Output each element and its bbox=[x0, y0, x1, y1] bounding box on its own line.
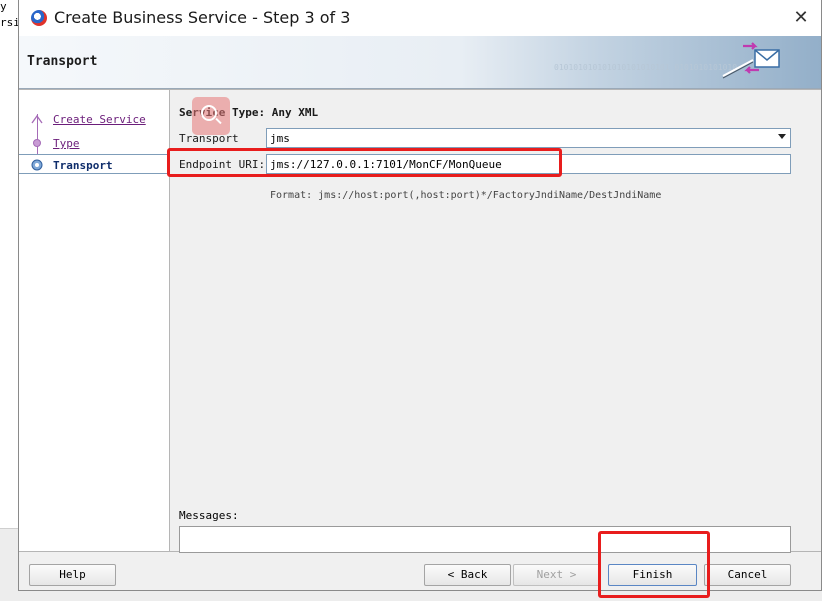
step-completed-icon bbox=[33, 139, 41, 147]
step-label: Transport bbox=[53, 159, 113, 172]
step-transport[interactable]: Transport bbox=[19, 154, 169, 174]
messages-area[interactable] bbox=[179, 526, 791, 553]
finish-button[interactable]: Finish bbox=[608, 564, 697, 586]
wizard-steps-panel: Create Service Type Transport bbox=[19, 89, 170, 552]
background-fragment-2: rsi bbox=[0, 16, 20, 29]
back-button[interactable]: < Back bbox=[424, 564, 511, 586]
cancel-button[interactable]: Cancel bbox=[704, 564, 791, 586]
chevron-down-icon[interactable] bbox=[778, 134, 786, 139]
transport-select-value: jms bbox=[270, 132, 290, 145]
step-current-icon bbox=[31, 159, 43, 171]
transport-select[interactable]: jms bbox=[266, 128, 791, 148]
step-label: Type bbox=[53, 137, 80, 150]
step-label: Create Service bbox=[53, 113, 146, 126]
create-business-service-dialog: Create Business Service - Step 3 of 3 ✕ … bbox=[18, 0, 822, 591]
dialog-title: Create Business Service - Step 3 of 3 bbox=[54, 8, 351, 27]
magnifier-handle bbox=[215, 117, 222, 125]
wizard-banner: Transport 010101010101010101010101 01010… bbox=[19, 36, 821, 89]
messages-label: Messages: bbox=[179, 509, 239, 522]
envelope-arrows-icon bbox=[722, 42, 780, 79]
dialog-titlebar[interactable]: Create Business Service - Step 3 of 3 ✕ bbox=[19, 0, 821, 36]
close-button[interactable]: ✕ bbox=[787, 4, 815, 32]
next-button[interactable]: Next > bbox=[513, 564, 600, 586]
step-type[interactable]: Type bbox=[19, 133, 169, 153]
format-hint: Format: jms://host:port(,host:port)*/Fac… bbox=[270, 190, 662, 201]
step-create-service[interactable]: Create Service bbox=[19, 109, 169, 129]
app-logo-icon bbox=[31, 10, 47, 26]
step-completed-icon bbox=[31, 114, 43, 124]
screenshot-search-icon[interactable] bbox=[192, 97, 230, 135]
help-button[interactable]: Help bbox=[29, 564, 116, 586]
background-fragment-1: y bbox=[0, 0, 7, 13]
banner-decoration: 010101010101010101010101 0101010101010 bbox=[554, 63, 738, 72]
banner-title: Transport bbox=[27, 54, 98, 69]
endpoint-uri-input[interactable] bbox=[266, 154, 791, 174]
transport-config-panel: Service Type: Any XML Transport jms Endp… bbox=[170, 89, 821, 553]
endpoint-uri-label: Endpoint URI: bbox=[179, 158, 266, 171]
